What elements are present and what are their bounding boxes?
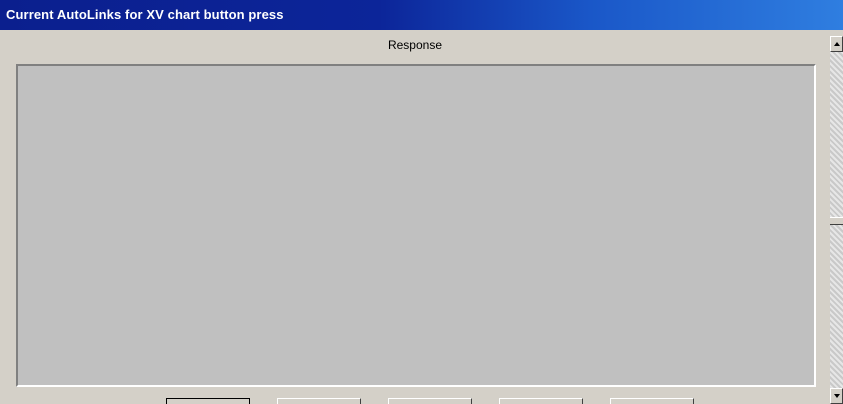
dialog-button-4[interactable] <box>499 398 583 404</box>
dialog-content: Response <box>0 30 843 404</box>
button-row <box>0 398 830 404</box>
response-column-header[interactable]: Response <box>0 38 830 52</box>
response-list[interactable] <box>16 64 816 387</box>
dialog-button-5[interactable] <box>610 398 694 404</box>
scroll-up-arrow-icon <box>834 42 840 46</box>
dialog-button-3[interactable] <box>388 398 472 404</box>
vertical-scrollbar[interactable] <box>830 36 843 404</box>
scroll-thumb[interactable] <box>830 217 843 225</box>
scroll-down-arrow-icon <box>834 394 840 398</box>
autolinks-window: Current AutoLinks for XV chart button pr… <box>0 0 843 404</box>
dialog-button-2[interactable] <box>277 398 361 404</box>
scroll-down-button[interactable] <box>830 388 843 404</box>
dialog-button-1[interactable] <box>166 398 250 404</box>
scroll-up-button[interactable] <box>830 36 843 52</box>
title-bar[interactable]: Current AutoLinks for XV chart button pr… <box>0 0 843 30</box>
window-title: Current AutoLinks for XV chart button pr… <box>6 7 284 22</box>
